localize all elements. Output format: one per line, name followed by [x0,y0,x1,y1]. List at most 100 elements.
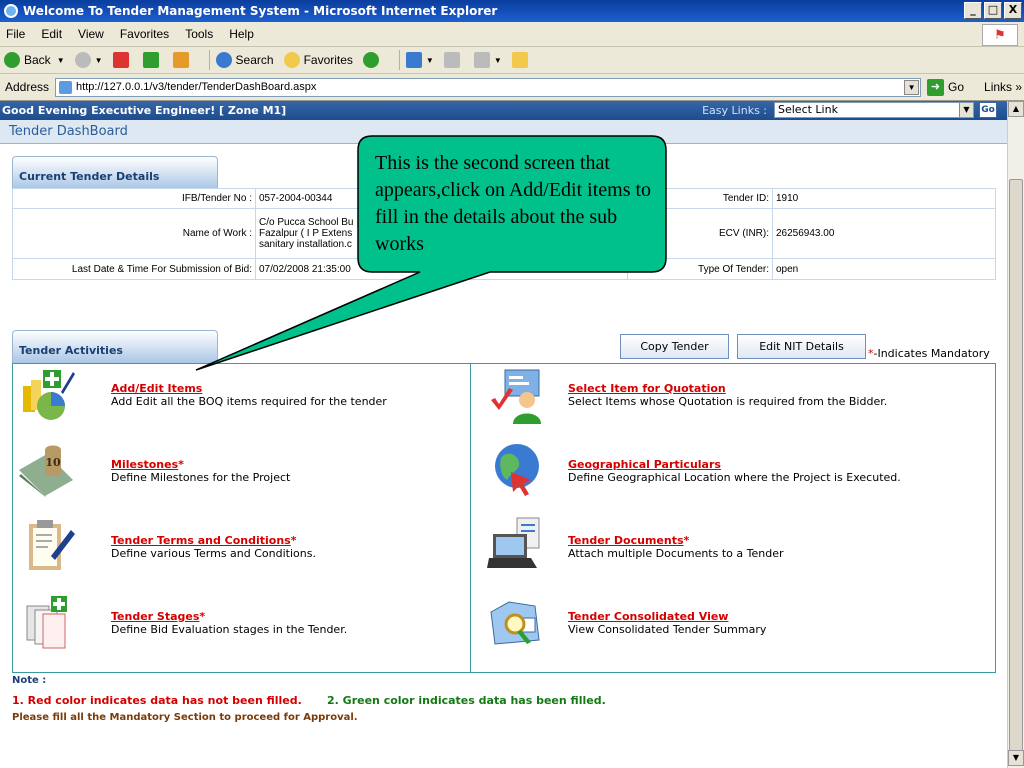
scroll-up-icon[interactable]: ▲ [1008,101,1024,117]
title-bar: Welcome To Tender Management System - Mi… [0,0,1024,22]
ecv-value: 26256943.00 [772,208,996,259]
back-button[interactable]: Back ▼ [4,52,65,68]
activity-tender-documents[interactable]: Tender Documents* Attach multiple Docume… [568,534,783,560]
callout-text: This is the second screen that appears,c… [375,152,652,255]
edit-page-button[interactable]: ▼ [473,52,502,68]
mandatory-star: * [178,458,184,471]
documents-icon [487,517,540,568]
select-item-quotation-link[interactable]: Select Item for Quotation [568,382,726,395]
favorites-label: Favorites [303,53,353,67]
stop-button[interactable] [112,52,133,68]
scroll-down-icon[interactable]: ▼ [1008,750,1024,766]
maximize-button[interactable]: □ [984,2,1002,19]
links-button[interactable]: Links » [984,80,1022,94]
terms-conditions-link[interactable]: Tender Terms and Conditions [111,534,291,547]
activity-terms-conditions[interactable]: Tender Terms and Conditions* Define vari… [111,534,316,560]
menu-help[interactable]: Help [229,27,254,41]
go-button[interactable]: ➜ Go [927,78,965,96]
address-dropdown-icon[interactable]: ▼ [904,79,920,95]
history-icon [362,52,379,68]
minimize-button[interactable]: _ [964,2,982,19]
forward-button[interactable]: ▼ [74,52,103,68]
table-row: Last Date & Time For Submission of Bid: … [12,258,996,280]
menu-edit[interactable]: Edit [41,27,62,41]
forward-arrow-icon [74,52,91,68]
chevron-down-icon: ▼ [959,103,973,117]
forward-dropdown-icon: ▼ [94,55,103,65]
easy-links-value: Select Link [778,103,838,116]
favorites-button[interactable]: Favorites [283,52,353,68]
vertical-scrollbar[interactable]: ▲ ▼ [1007,101,1024,768]
edit-nit-details-button[interactable]: Edit NIT Details [737,334,866,359]
tender-type-value: open [772,258,996,280]
address-url: http://127.0.0.1/v3/tender/TenderDashBoa… [76,81,317,93]
mandatory-star: * [199,610,206,623]
scroll-thumb[interactable] [1009,179,1023,757]
easy-links-label: Easy Links : [702,104,767,117]
go-arrow-icon: ➜ [927,78,945,96]
home-button[interactable] [172,52,193,68]
links-more-icon: » [1015,80,1023,94]
toolbar: Back ▼ ▼ Search Favorites ▼ ▼ [0,47,1024,74]
activity-add-edit-items[interactable]: Add/Edit Items Add Edit all the BOQ item… [111,382,387,408]
milestones-desc: Define Milestones for the Project [111,471,291,484]
select-quotation-icon [491,369,541,424]
toolbar-separator [208,50,210,70]
milestone-badge: 10 [45,456,61,469]
note-label: Note : [12,675,47,686]
edit-page-icon [473,52,490,68]
tender-type-label: Type Of Tender: [627,258,773,280]
page-icon [59,80,73,94]
activity-select-item-quotation[interactable]: Select Item for Quotation Select Items w… [568,382,887,408]
tender-stages-link[interactable]: Tender Stages [111,610,199,623]
terms-conditions-desc: Define various Terms and Conditions. [111,547,316,560]
refresh-icon [142,52,159,68]
mandatory-legend: *-Indicates Mandatory [868,347,990,360]
links-label: Links [984,80,1013,94]
window-title: Welcome To Tender Management System - Mi… [23,4,498,18]
app-top-bar: Good Evening Executive Engineer! [ Zone … [0,101,1007,120]
close-button[interactable]: X [1004,2,1022,19]
toolbar-separator [398,50,400,70]
easy-links-go-button[interactable]: Go [979,102,997,118]
mandatory-star: * [290,534,297,547]
lastdate-value: 07/02/2008 21:35:00 [255,258,628,280]
mail-dropdown-icon: ▼ [425,55,434,65]
activity-tender-stages[interactable]: Tender Stages* Define Bid Evaluation sta… [111,610,347,636]
copy-tender-button[interactable]: Copy Tender [620,334,729,359]
windows-flag-icon: ⚑ [982,24,1018,46]
tender-documents-link[interactable]: Tender Documents [568,534,684,547]
milestones-link[interactable]: Milestones [111,458,178,471]
menu-view[interactable]: View [78,27,104,41]
print-button[interactable] [443,52,464,68]
search-button[interactable]: Search [215,52,274,68]
address-bar: Address http://127.0.0.1/v3/tender/Tende… [0,74,1024,101]
consolidated-view-icon [490,601,540,645]
go-label: Go [948,80,965,94]
menu-tools[interactable]: Tools [185,27,213,41]
back-dropdown-icon: ▼ [56,55,65,65]
activity-consolidated-view[interactable]: Tender Consolidated View View Consolidat… [568,610,766,636]
mail-button[interactable]: ▼ [405,52,434,68]
consolidated-view-link[interactable]: Tender Consolidated View [568,610,728,623]
tender-activities-panel: Add/Edit Items Add Edit all the BOQ item… [12,363,996,673]
activity-milestones[interactable]: Milestones* Define Milestones for the Pr… [111,458,290,484]
add-edit-items-link[interactable]: Add/Edit Items [111,382,202,395]
address-input[interactable]: http://127.0.0.1/v3/tender/TenderDashBoa… [55,77,922,97]
menu-favorites[interactable]: Favorites [120,27,169,41]
stages-icon [26,596,67,649]
history-button[interactable] [362,52,383,68]
window-controls: _ □ X [964,2,1022,19]
ie-logo-icon [4,4,18,18]
geographical-particulars-link[interactable]: Geographical Particulars [568,458,721,471]
work-label: Name of Work : [12,208,256,259]
select-item-quotation-desc: Select Items whose Quotation is required… [568,395,888,408]
column-divider [470,364,471,672]
folder-button[interactable] [511,52,532,68]
refresh-button[interactable] [142,52,163,68]
activity-geographical-particulars[interactable]: Geographical Particulars Define Geograph… [568,458,901,484]
mail-icon [405,52,422,68]
easy-links-select[interactable]: Select Link ▼ [774,102,974,118]
menu-file[interactable]: File [6,27,25,41]
back-arrow-icon [4,52,20,68]
